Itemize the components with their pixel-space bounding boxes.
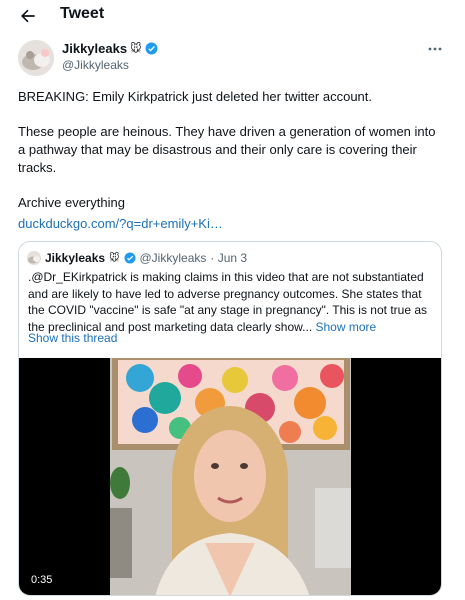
quoted-display-name: Jikkyleaks [45,251,106,265]
top-bar: Tweet [0,0,465,32]
mouse-emoji-icon: 🐭 [130,43,142,55]
more-options-icon[interactable] [426,42,444,56]
video-thumbnail [110,358,351,595]
show-more-link[interactable]: Show more [316,320,377,334]
back-arrow-icon[interactable] [18,6,38,26]
handle[interactable]: @Jikkyleaks [62,58,158,72]
tweet-paragraph-3: Archive everything [18,195,125,210]
tweet-paragraph-1: BREAKING: Emily Kirkpatrick just deleted… [18,89,373,104]
quoted-handle: @Jikkyleaks [139,251,207,265]
tweet-author: Jikkyleaks 🐭 @Jikkyleaks [18,40,448,76]
quoted-avatar [27,251,41,265]
page-title: Tweet [60,5,105,22]
tweet-body: BREAKING: Emily Kirkpatrick just deleted… [18,88,443,233]
verified-badge-icon [145,42,158,55]
quoted-mouse-emoji-icon: 🐭 [109,252,120,264]
show-thread-link[interactable]: Show this thread [28,331,117,345]
video-duration: 0:35 [27,573,57,587]
display-name-text[interactable]: Jikkyleaks [62,41,127,56]
video-player[interactable]: 0:35 [19,358,441,595]
quoted-tweet-card[interactable]: Jikkyleaks 🐭 @Jikkyleaks · Jun 3 .@Dr_EK… [18,241,442,596]
tweet-link[interactable]: duckduckgo.com/?q=dr+emily+Ki… [18,215,443,233]
quoted-date: · Jun 3 [210,251,248,265]
tweet-paragraph-2: These people are heinous. They have driv… [18,124,436,175]
quoted-tweet-text: .@Dr_EKirkpatrick is making claims in th… [28,269,436,335]
display-name[interactable]: Jikkyleaks 🐭 [62,41,158,56]
quoted-tweet-header: Jikkyleaks 🐭 @Jikkyleaks · Jun 3 [27,250,247,266]
quoted-verified-badge-icon [124,252,135,264]
avatar[interactable] [18,40,54,76]
